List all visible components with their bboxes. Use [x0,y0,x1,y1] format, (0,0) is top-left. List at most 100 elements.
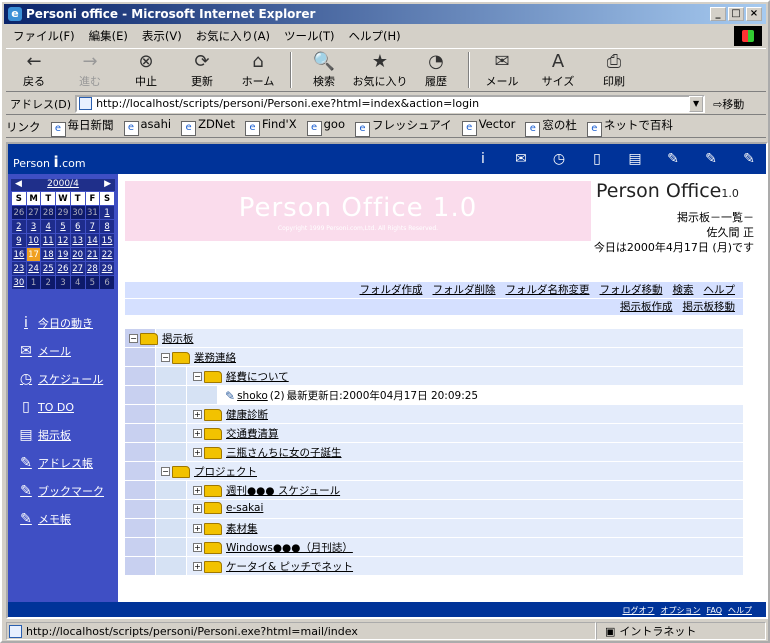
search-button[interactable]: 🔍 検索 [296,51,352,89]
board-link[interactable]: 交通費清算 [226,426,279,441]
calendar-day[interactable]: 20 [69,247,86,262]
calendar-day[interactable]: 7 [84,219,101,234]
menu-view[interactable]: 表示(V) [135,28,189,44]
expand-icon[interactable]: + [193,486,202,495]
menu-favorites[interactable]: お気に入り(A) [189,28,277,44]
calendar-day[interactable]: 2 [11,219,27,234]
board-link[interactable]: e-sakai [226,502,263,514]
expand-icon[interactable]: + [193,562,202,571]
faq-link[interactable]: FAQ [707,606,723,615]
nav-memo[interactable]: ✎ メモ帳 [16,505,104,533]
nav-board[interactable]: ▤ 掲示板 [16,421,104,449]
minimize-button[interactable]: _ [710,7,726,21]
expand-icon[interactable]: + [193,503,202,513]
calendar-day[interactable]: 30 [69,205,86,220]
nav-todo[interactable]: ▯ TO DO [16,393,104,421]
font-size-button[interactable]: A サイズ [530,51,586,89]
calendar-day[interactable]: 11 [40,233,57,248]
logoff-link[interactable]: ログオフ [623,606,655,615]
nav-address-book[interactable]: ✎ アドレス帳 [16,449,104,477]
prev-month-icon[interactable]: ◀ [15,179,22,191]
create-board-link[interactable]: 掲示板作成 [620,301,673,313]
board-link[interactable]: 経費について [226,369,289,384]
calendar-day[interactable]: 12 [55,233,71,248]
delete-folder-link[interactable]: フォルダ削除 [433,284,496,296]
link-item[interactable]: ネットで百科 [587,117,673,137]
site-brand[interactable]: Person i.com [13,153,86,171]
nav-today[interactable]: i 今日の動き [16,309,104,337]
post-author-link[interactable]: shoko [237,390,268,402]
maximize-button[interactable]: □ [728,7,744,21]
calendar-day[interactable]: 22 [99,247,115,262]
menu-tools[interactable]: ツール(T) [277,28,342,44]
calendar-day[interactable]: 27 [69,261,86,276]
calendar-day[interactable]: 9 [11,233,27,248]
calendar-day[interactable]: 29 [99,261,115,276]
board-link[interactable]: 週刊●●● スケジュール [226,483,340,498]
mail-button[interactable]: ✉ メール [474,51,530,89]
calendar-day[interactable]: 2 [40,275,57,290]
calendar-day[interactable]: 4 [40,219,57,234]
folder-link[interactable]: 掲示板 [162,331,194,346]
calendar-day[interactable]: 21 [84,247,101,262]
calendar-day[interactable]: 6 [69,219,86,234]
history-button[interactable]: ◔ 履歴 [408,51,464,89]
close-button[interactable]: × [746,7,762,21]
calendar-day[interactable]: 5 [84,275,101,290]
back-button[interactable]: ← 戻る [6,51,62,89]
nav-mail[interactable]: ✉ メール [16,337,104,365]
expand-icon[interactable]: + [193,429,202,438]
mail-icon[interactable]: ✉ [506,149,536,169]
rename-folder-link[interactable]: フォルダ名称変更 [506,284,590,296]
calendar-day[interactable]: 27 [25,205,42,220]
link-item[interactable]: goo [307,117,345,136]
board-link[interactable]: 素材集 [226,521,258,536]
expand-icon[interactable]: + [193,524,202,533]
calendar-day[interactable]: 31 [84,205,101,220]
memo-icon[interactable]: ✎ [734,149,764,169]
folder-link[interactable]: プロジェクト [194,464,257,479]
collapse-icon[interactable]: − [193,372,202,381]
calendar-day[interactable]: 25 [40,261,57,276]
menu-edit[interactable]: 編集(E) [82,28,135,44]
calendar-day[interactable]: 14 [84,233,101,248]
help-link[interactable]: ヘルプ [704,284,736,296]
expand-icon[interactable]: + [193,410,202,419]
board-link[interactable]: Windows●●●（月刊誌） [226,540,353,555]
calendar-day[interactable]: 5 [55,219,71,234]
menu-help[interactable]: ヘルプ(H) [342,28,408,44]
calendar-day[interactable]: 3 [25,219,42,234]
nav-schedule[interactable]: ◷ スケジュール [16,365,104,393]
calendar-day[interactable]: 8 [99,219,115,234]
calendar-day[interactable]: 30 [11,275,27,290]
print-button[interactable]: ⎙ 印刷 [586,51,642,89]
calendar-day[interactable]: 4 [69,275,86,290]
create-folder-link[interactable]: フォルダ作成 [360,284,423,296]
calendar-day[interactable]: 16 [11,247,27,262]
nav-bookmark[interactable]: ✎ ブックマーク [16,477,104,505]
address-input[interactable]: http://localhost/scripts/personi/Personi… [75,94,706,113]
link-item[interactable]: asahi [124,117,172,136]
calendar-day[interactable]: 1 [25,275,42,290]
collapse-icon[interactable]: − [129,334,138,343]
link-item[interactable]: 窓の杜 [525,117,577,137]
board-icon[interactable]: ▤ [620,149,650,169]
next-month-icon[interactable]: ▶ [104,179,111,191]
calendar-day[interactable]: 19 [55,247,71,262]
menu-file[interactable]: ファイル(F) [6,28,82,44]
calendar-day[interactable]: 6 [99,275,115,290]
bookmark-icon[interactable]: ✎ [696,149,726,169]
calendar-day[interactable]: 26 [55,261,71,276]
board-link[interactable]: 三瓶さんちに女の子誕生 [226,445,342,460]
schedule-icon[interactable]: ◷ [544,149,574,169]
link-item[interactable]: Find'X [245,117,297,136]
footer-help-link[interactable]: ヘルプ [728,606,752,615]
collapse-icon[interactable]: − [161,467,170,476]
calendar-day-today[interactable]: 17 [25,247,42,262]
board-link[interactable]: 健康診断 [226,407,268,422]
calendar-day[interactable]: 28 [40,205,57,220]
link-item[interactable]: 毎日新聞 [51,117,114,137]
link-item[interactable]: フレッシュアイ [355,117,452,137]
link-item[interactable]: Vector [462,117,516,136]
today-icon[interactable]: i [468,149,498,169]
